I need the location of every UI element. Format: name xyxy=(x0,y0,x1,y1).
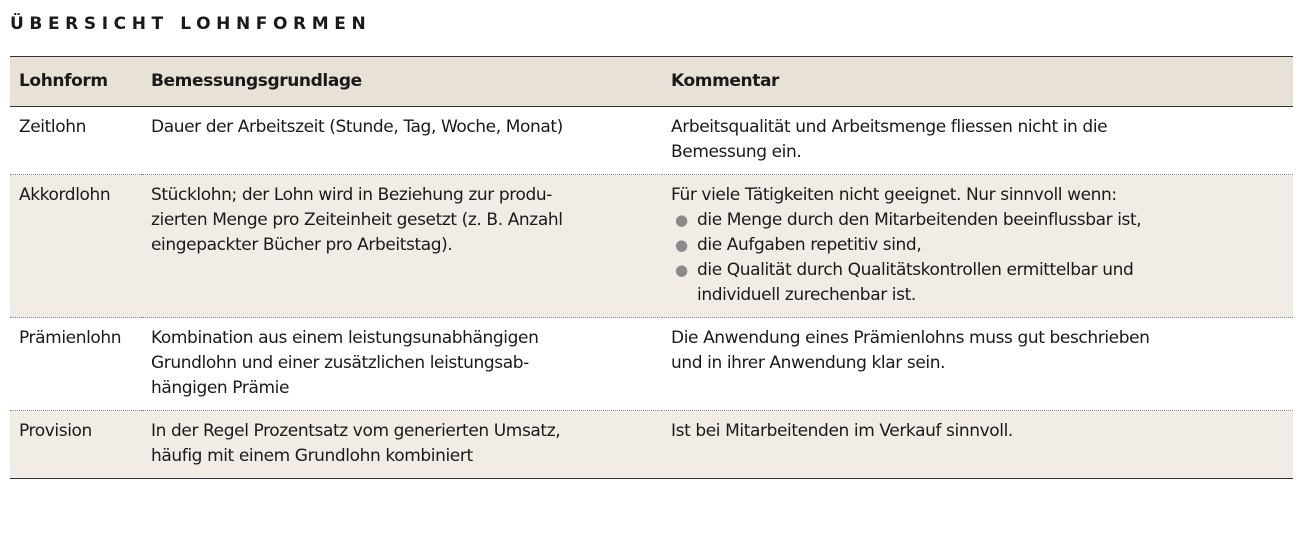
lohnformen-table: Lohnform Bemessungsgrundlage Kommentar Z… xyxy=(10,56,1293,479)
cell-lohnform: Zeitlohn xyxy=(10,106,142,175)
table-row-provision: Provision In der Regel Prozentsatz vom g… xyxy=(10,410,1293,479)
table-row-zeitlohn: Zeitlohn Dauer der Arbeitszeit (Stunde, … xyxy=(10,106,1293,175)
bullet-line: individuell zurechenbar ist. xyxy=(697,285,916,305)
lohnform-label: Prämienlohn xyxy=(19,328,122,348)
bullet-item: ● die Aufgaben repetitiv sind, xyxy=(671,233,1285,258)
bullet-list: ● die Menge durch den Mitarbeitenden bee… xyxy=(671,208,1285,308)
grundlage-line: In der Regel Prozentsatz vom generierten… xyxy=(151,421,561,441)
bullet-icon: ● xyxy=(675,261,688,279)
kommentar-line: Arbeitsqualität und Arbeitsmenge fliesse… xyxy=(671,117,1108,137)
table-body: Zeitlohn Dauer der Arbeitszeit (Stunde, … xyxy=(10,106,1293,479)
lohnform-label: Provision xyxy=(19,421,92,441)
page-title: ÜBERSICHT LOHNFORMEN xyxy=(10,14,372,34)
grundlage-line: zierten Menge pro Zeiteinheit gesetzt (z… xyxy=(151,210,563,230)
grundlage-line: Dauer der Arbeitszeit (Stunde, Tag, Woch… xyxy=(151,117,563,137)
cell-kommentar: Die Anwendung eines Prämienlohns muss gu… xyxy=(662,317,1293,411)
bullet-line: die Qualität durch Qualitätskontrollen e… xyxy=(697,260,1134,280)
grundlage-line: häufig mit einem Grundlohn kombiniert xyxy=(151,446,473,466)
kommentar-line: Die Anwendung eines Prämienlohns muss gu… xyxy=(671,328,1150,348)
cell-grundlage: Dauer der Arbeitszeit (Stunde, Tag, Woch… xyxy=(142,106,662,175)
cell-lohnform: Akkordlohn xyxy=(10,174,142,318)
table-row-akkordlohn: Akkordlohn Stücklohn; der Lohn wird in B… xyxy=(10,174,1293,318)
kommentar-line: Für viele Tätigkeiten nicht geeignet. Nu… xyxy=(671,185,1117,205)
bullet-line: die Menge durch den Mitarbeitenden beein… xyxy=(697,210,1142,230)
header-row: Lohnform Bemessungsgrundlage Kommentar xyxy=(10,56,1293,107)
table-row-praemienlohn: Prämienlohn Kombination aus einem leistu… xyxy=(10,317,1293,411)
bullet-icon: ● xyxy=(675,236,688,254)
header-kommentar: Kommentar xyxy=(662,56,1293,107)
bullet-item: ● die Qualität durch Qualitätskontrollen… xyxy=(671,258,1285,308)
kommentar-line: Ist bei Mitarbeitenden im Verkauf sinnvo… xyxy=(671,421,1013,441)
bullet-item: ● die Menge durch den Mitarbeitenden bee… xyxy=(671,208,1285,233)
table-header: Lohnform Bemessungsgrundlage Kommentar xyxy=(10,56,1293,107)
grundlage-line: Stücklohn; der Lohn wird in Beziehung zu… xyxy=(151,185,552,205)
cell-grundlage: Kombination aus einem leistungsunabhängi… xyxy=(142,317,662,411)
cell-kommentar: Ist bei Mitarbeitenden im Verkauf sinnvo… xyxy=(662,410,1293,479)
cell-grundlage: In der Regel Prozentsatz vom generierten… xyxy=(142,410,662,479)
cell-lohnform: Provision xyxy=(10,410,142,479)
header-lohnform: Lohnform xyxy=(10,56,142,107)
cell-grundlage: Stücklohn; der Lohn wird in Beziehung zu… xyxy=(142,174,662,318)
lohnform-label: Zeitlohn xyxy=(19,117,86,137)
kommentar-line: Bemessung ein. xyxy=(671,142,802,162)
grundlage-line: eingepackter Bücher pro Arbeitstag). xyxy=(151,235,453,255)
grundlage-line: hängigen Prämie xyxy=(151,378,290,398)
bullet-line: die Aufgaben repetitiv sind, xyxy=(697,235,922,255)
header-bemessungsgrundlage: Bemessungsgrundlage xyxy=(142,56,662,107)
bullet-icon: ● xyxy=(675,211,688,229)
cell-lohnform: Prämienlohn xyxy=(10,317,142,411)
cell-kommentar: Für viele Tätigkeiten nicht geeignet. Nu… xyxy=(662,174,1293,318)
cell-kommentar: Arbeitsqualität und Arbeitsmenge fliesse… xyxy=(662,106,1293,175)
lohnform-label: Akkordlohn xyxy=(19,185,111,205)
grundlage-line: Grundlohn und einer zusätzlichen leistun… xyxy=(151,353,529,373)
grundlage-line: Kombination aus einem leistungsunabhängi… xyxy=(151,328,539,348)
kommentar-line: und in ihrer Anwendung klar sein. xyxy=(671,353,946,373)
